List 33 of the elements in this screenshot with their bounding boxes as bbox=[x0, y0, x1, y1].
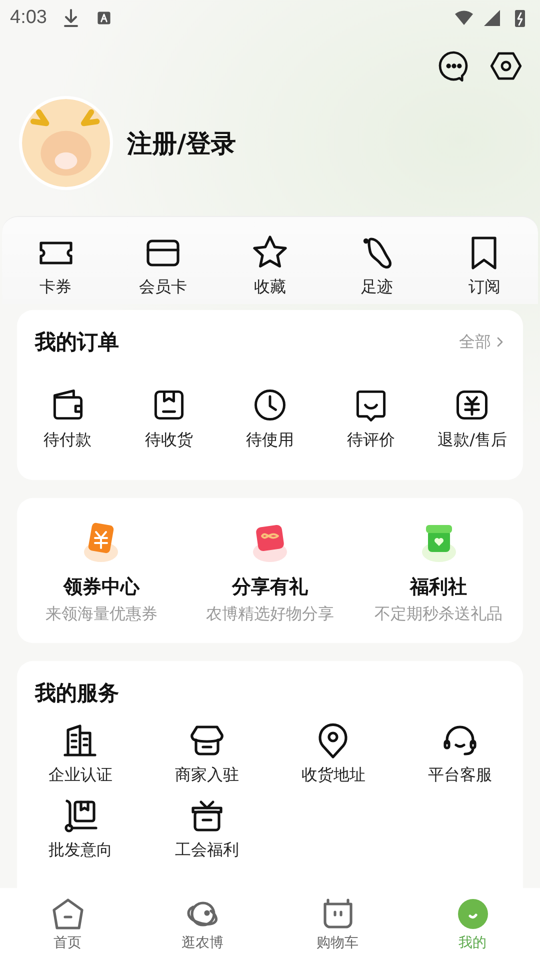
section-title: 我的服务 bbox=[35, 680, 119, 707]
promo-title[interactable]: 分享有礼 bbox=[232, 574, 308, 600]
status-time: 4:03 bbox=[10, 7, 47, 29]
chevron-right-icon bbox=[495, 336, 505, 348]
service-label[interactable]: 商家入驻 bbox=[174, 765, 239, 786]
service-label[interactable]: 企业认证 bbox=[48, 765, 112, 786]
tab[interactable]: 首页 bbox=[18, 896, 118, 960]
service-label[interactable]: 工会福利 bbox=[174, 840, 239, 861]
service-label[interactable]: 批发意向 bbox=[48, 840, 112, 861]
promo-subtitle: 不定期秒杀送礼品 bbox=[374, 604, 503, 625]
quick-link-label[interactable]: 收藏 bbox=[254, 277, 286, 298]
service-label[interactable]: 收货地址 bbox=[301, 765, 366, 786]
order-status-label[interactable]: 待付款 bbox=[44, 430, 92, 451]
order-status-label[interactable]: 待使用 bbox=[246, 430, 294, 451]
keyboard-icon bbox=[94, 9, 113, 27]
order-status-label[interactable]: 待评价 bbox=[347, 430, 396, 451]
promo-title[interactable]: 福利社 bbox=[410, 574, 468, 600]
tab[interactable]: 逛农博 bbox=[152, 896, 252, 960]
quick-link-label[interactable]: 足迹 bbox=[361, 277, 394, 298]
service-label[interactable]: 平台客服 bbox=[428, 765, 492, 786]
promo-subtitle: 来领海量优惠券 bbox=[45, 604, 158, 625]
promo-title[interactable]: 领券中心 bbox=[63, 574, 140, 600]
login-link[interactable]: 注册/登录 bbox=[127, 126, 236, 160]
quick-link-label[interactable]: 会员卡 bbox=[138, 277, 187, 298]
order-status-label[interactable]: 待收货 bbox=[144, 430, 193, 451]
home-icon bbox=[50, 896, 86, 932]
quick-link-label[interactable]: 订阅 bbox=[468, 277, 500, 298]
tab[interactable]: 购物车 bbox=[288, 896, 388, 960]
section-title: 我的订单 bbox=[35, 329, 119, 356]
order-status-label[interactable]: 退款/售后 bbox=[438, 430, 508, 451]
quick-link-label[interactable]: 卡券 bbox=[40, 277, 72, 298]
promo-subtitle: 农博精选好物分享 bbox=[206, 604, 334, 625]
signal-icon bbox=[482, 8, 502, 28]
